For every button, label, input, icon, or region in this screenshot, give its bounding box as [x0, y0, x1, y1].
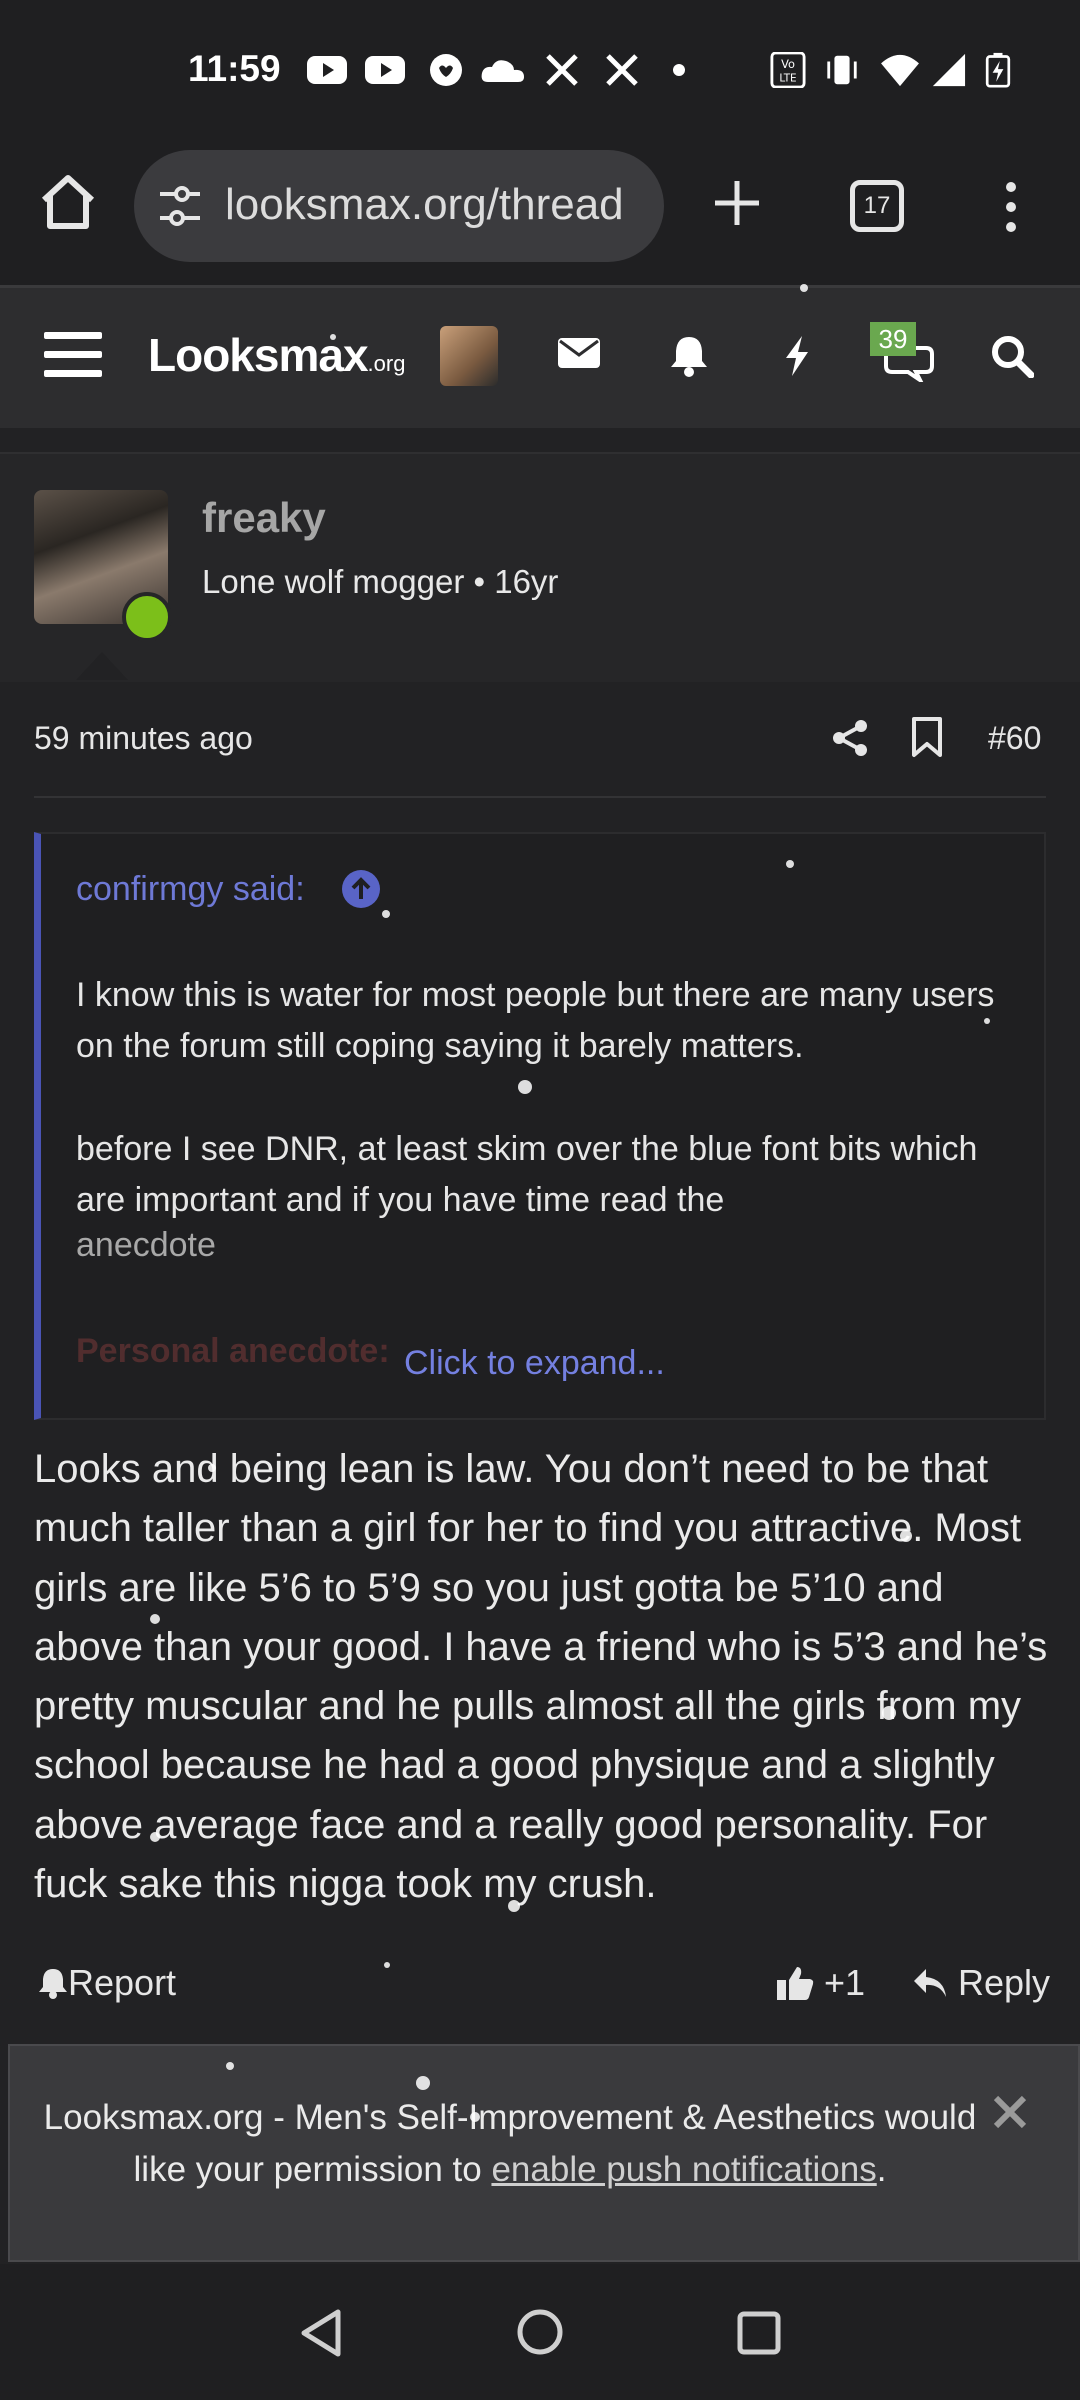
- reply-icon: [914, 1969, 946, 1997]
- youtube-icon: [307, 56, 347, 84]
- user-title: Lone wolf mogger • 16yr: [202, 563, 559, 600]
- quote-author[interactable]: confirmgy said:: [76, 870, 305, 909]
- divider: [34, 796, 1046, 798]
- snowflake-decoration: [208, 1464, 216, 1472]
- quote-paragraph: I know this is water for most people but…: [76, 976, 995, 1065]
- quote-paragraph: before I see DNR, at least skim over the…: [76, 1130, 978, 1219]
- snowflake-decoration: [382, 910, 390, 918]
- recents-icon[interactable]: [736, 2310, 782, 2356]
- snowflake-decoration: [508, 1900, 520, 1912]
- svg-text:Vo: Vo: [781, 57, 795, 71]
- youtube-icon-2: [365, 56, 405, 84]
- thumbs-up-icon: [777, 1967, 814, 2000]
- more-menu-icon[interactable]: [996, 180, 1026, 234]
- site-logo[interactable]: Looksmax.org: [148, 328, 405, 382]
- username[interactable]: freaky: [202, 494, 326, 542]
- bookmark-icon[interactable]: [910, 716, 944, 758]
- report-button[interactable]: Report: [38, 1962, 176, 2004]
- url-text[interactable]: looksmax.org/thread: [225, 180, 645, 230]
- logo-suffix: .org: [367, 351, 406, 376]
- reply-label: Reply: [958, 1962, 1051, 2003]
- home-icon[interactable]: [36, 170, 100, 234]
- snowflake-decoration: [984, 1018, 990, 1024]
- x-icon-2: [606, 54, 638, 86]
- notification-text-end: .: [876, 2150, 887, 2189]
- push-notification-message: Looksmax.org - Men's Self-Improvement & …: [40, 2092, 980, 2196]
- bell-icon: [39, 1969, 67, 1999]
- snowflake-decoration: [882, 1706, 896, 1720]
- account-avatar[interactable]: [440, 326, 498, 386]
- conversations-badge: 39: [870, 322, 916, 356]
- snowflake-decoration: [150, 1614, 160, 1624]
- enable-push-notifications-link[interactable]: enable push notifications: [491, 2150, 876, 2189]
- post-pointer-arrow: [76, 652, 128, 680]
- back-icon[interactable]: [298, 2308, 344, 2358]
- search-icon[interactable]: [990, 334, 1034, 378]
- svg-text:LTE: LTE: [779, 72, 796, 84]
- status-time: 11:59: [188, 48, 281, 89]
- post-timestamp[interactable]: 59 minutes ago: [34, 720, 253, 757]
- snowflake-decoration: [900, 1530, 912, 1542]
- snowflake-decoration: [800, 284, 808, 292]
- tab-switcher-button[interactable]: 17: [850, 180, 904, 232]
- inbox-icon[interactable]: [556, 334, 602, 372]
- online-status-indicator: [122, 592, 172, 642]
- quote-paragraph-end: anecdote: [76, 1226, 216, 1264]
- snowflake-decoration: [416, 2076, 430, 2090]
- snowflake-decoration: [384, 1962, 390, 1968]
- signal-icon: [932, 53, 966, 87]
- bell-icon[interactable]: [668, 334, 710, 378]
- hamburger-menu-icon[interactable]: [44, 330, 102, 380]
- vibrate-icon: [827, 55, 857, 85]
- volte-icon: VoLTE: [770, 52, 806, 88]
- x-icon: [546, 54, 578, 86]
- new-tab-icon[interactable]: [712, 178, 762, 228]
- heart-app-icon: [430, 54, 462, 86]
- wifi-icon: [881, 54, 919, 87]
- snowflake-decoration: [786, 860, 794, 868]
- share-icon[interactable]: [830, 718, 870, 758]
- battery-charging-icon: [985, 52, 1011, 88]
- lightning-icon[interactable]: [780, 334, 814, 378]
- quote-faded-text: Personal anecdote:: [76, 1332, 390, 1370]
- report-label: Report: [68, 1962, 177, 2003]
- post-number[interactable]: #60: [988, 720, 1041, 757]
- more-notifications-dot-icon: [673, 64, 685, 76]
- jump-to-quote-icon[interactable]: [342, 870, 380, 908]
- like-count: +1: [824, 1962, 866, 2003]
- snowflake-decoration: [470, 2112, 480, 2122]
- reply-button[interactable]: Reply: [912, 1962, 1050, 2004]
- close-icon[interactable]: [990, 2092, 1030, 2132]
- snowflake-decoration: [518, 1080, 532, 1094]
- like-button[interactable]: +1: [776, 1962, 865, 2004]
- site-settings-icon[interactable]: [156, 184, 204, 228]
- expand-quote-link[interactable]: Click to expand...: [404, 1344, 665, 1383]
- snowflake-decoration: [330, 334, 336, 340]
- home-nav-icon[interactable]: [516, 2308, 564, 2356]
- snowflake-decoration: [150, 1832, 160, 1842]
- klarna-icon: [481, 60, 524, 82]
- post-body: Looks and being lean is law. You don’t n…: [34, 1447, 1048, 1907]
- snowflake-decoration: [226, 2062, 234, 2070]
